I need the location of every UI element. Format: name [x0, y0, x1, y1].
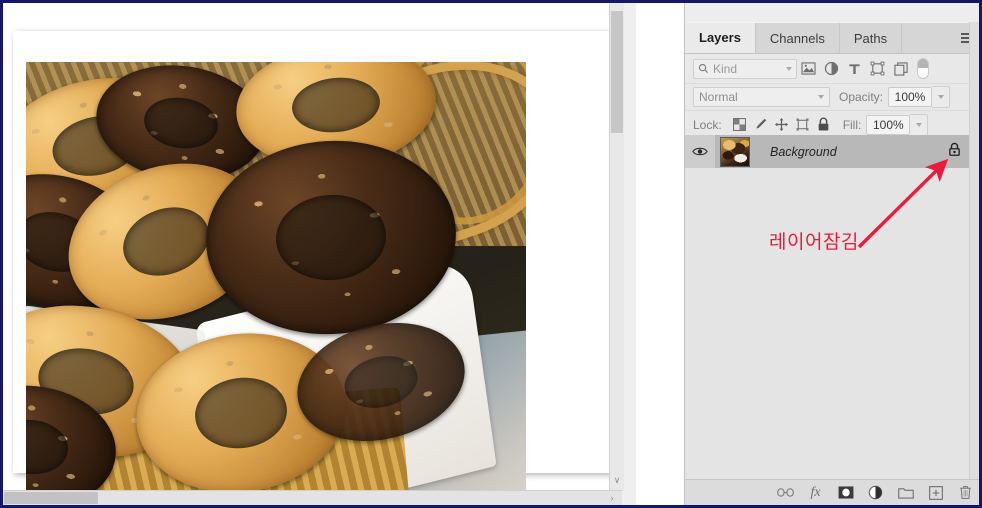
opacity-input[interactable]: 100%: [888, 87, 933, 107]
layer-lock-icon[interactable]: [948, 142, 961, 162]
opacity-stepper[interactable]: [932, 86, 951, 108]
panel-scroll-gutter[interactable]: [969, 22, 979, 479]
tab-paths[interactable]: Paths: [839, 23, 903, 53]
document-canvas-area[interactable]: ∨ ›: [3, 3, 636, 505]
filter-enable-toggle[interactable]: [917, 58, 929, 79]
vertical-scrollbar-thumb[interactable]: [611, 11, 623, 133]
link-layers-icon[interactable]: [777, 484, 794, 501]
pixel-layer-filter-icon[interactable]: [797, 58, 820, 80]
blend-mode-dropdown[interactable]: Normal: [693, 87, 830, 107]
type-layer-filter-icon[interactable]: [843, 58, 866, 80]
layers-list[interactable]: Background: [685, 135, 979, 479]
panel-top-strip: [685, 3, 979, 23]
blend-mode-row: Normal Opacity: 100%: [685, 84, 979, 111]
adjustment-layer-filter-icon[interactable]: [820, 58, 843, 80]
lock-artboard-nesting-icon[interactable]: [792, 115, 813, 135]
filter-kind-label: Kind: [713, 61, 738, 76]
blend-mode-value: Normal: [699, 90, 738, 104]
eye-icon: [692, 147, 708, 156]
tab-channels-label: Channels: [769, 30, 825, 46]
layer-style-fx-icon[interactable]: fx: [807, 484, 824, 501]
fill-stepper[interactable]: [910, 113, 929, 136]
shape-layer-filter-icon[interactable]: [866, 58, 889, 80]
canvas-sheet: [13, 31, 618, 500]
new-group-folder-icon[interactable]: [897, 484, 914, 501]
canvas-image: [26, 62, 526, 500]
lock-all-icon[interactable]: [813, 115, 834, 135]
fill-label: Fill:: [842, 117, 862, 132]
lock-position-icon[interactable]: [771, 115, 792, 135]
tab-layers[interactable]: Layers: [685, 23, 756, 53]
lock-label: Lock:: [693, 117, 722, 132]
chevron-down-icon[interactable]: [818, 95, 824, 99]
filter-kind-dropdown[interactable]: Kind: [693, 58, 797, 79]
opacity-label: Opacity:: [839, 90, 884, 104]
tab-paths-label: Paths: [853, 30, 888, 46]
layer-filter-row: Kind: [685, 54, 979, 84]
canvas-gutter: [622, 3, 636, 505]
scroll-right-icon[interactable]: ›: [606, 491, 618, 505]
layers-panel-bottom-bar: fx: [685, 479, 979, 505]
layer-visibility-toggle[interactable]: [685, 135, 715, 168]
fill-input[interactable]: 100%: [866, 114, 911, 135]
canvas-vertical-scrollbar[interactable]: ∨: [609, 3, 624, 491]
new-layer-icon[interactable]: [927, 484, 944, 501]
tab-bar-filler: [902, 23, 953, 53]
delete-layer-trash-icon[interactable]: [957, 484, 974, 501]
chevron-down-icon[interactable]: [786, 66, 792, 71]
chevron-down-icon: [915, 122, 922, 127]
lock-image-pixels-icon[interactable]: [750, 115, 771, 135]
smart-object-filter-icon[interactable]: [889, 58, 912, 80]
panel-tab-bar: Layers Channels Paths: [685, 23, 979, 54]
photoshop-window: ∨ › Layers Channels Paths Kind Normal Op…: [0, 0, 982, 508]
table-row[interactable]: Background: [685, 135, 979, 168]
add-layer-mask-icon[interactable]: [837, 484, 854, 501]
horizontal-scrollbar-thumb[interactable]: [4, 492, 98, 504]
layer-name-label: Background: [770, 144, 837, 159]
lock-transparent-pixels-icon[interactable]: [729, 115, 750, 135]
scroll-down-icon[interactable]: ∨: [610, 473, 624, 487]
tab-channels[interactable]: Channels: [755, 23, 840, 53]
new-adjustment-layer-icon[interactable]: [867, 484, 884, 501]
tab-layers-label: Layers: [699, 30, 741, 45]
chevron-down-icon: [937, 95, 944, 99]
search-icon: [698, 63, 709, 74]
layer-thumbnail[interactable]: [720, 136, 750, 167]
layers-panel: Layers Channels Paths Kind Normal Opacit…: [684, 3, 979, 505]
canvas-horizontal-scrollbar[interactable]: ›: [3, 490, 622, 505]
annotation-label: 레이어잠김: [769, 231, 859, 253]
